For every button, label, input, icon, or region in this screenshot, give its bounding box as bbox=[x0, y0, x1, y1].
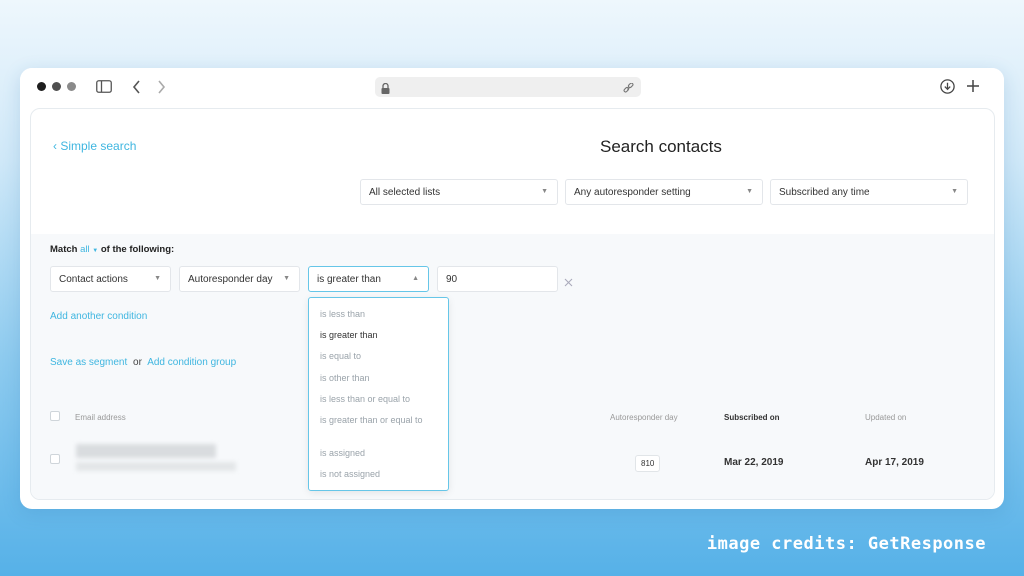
zoom-window-dot[interactable] bbox=[67, 82, 76, 91]
add-condition-link[interactable]: Add another condition bbox=[50, 311, 147, 322]
subscribed-filter-value: Subscribed any time bbox=[779, 187, 870, 198]
caret-up-icon: ▲ bbox=[412, 275, 419, 282]
minimize-window-dot[interactable] bbox=[52, 82, 61, 91]
browser-window: ‹ Simple search Search contacts All sele… bbox=[20, 68, 1004, 509]
column-autoresponder-day[interactable]: Autoresponder day bbox=[610, 413, 678, 422]
blurred-email bbox=[76, 444, 216, 458]
operator-option[interactable]: is less than bbox=[320, 309, 442, 320]
caret-down-icon: ▼ bbox=[154, 275, 161, 282]
blurred-name bbox=[76, 462, 236, 471]
column-email[interactable]: Email address bbox=[75, 413, 126, 422]
lists-filter-select[interactable]: All selected lists ▼ bbox=[360, 179, 558, 205]
updated-on-cell: Apr 17, 2019 bbox=[865, 457, 924, 468]
close-window-dot[interactable] bbox=[37, 82, 46, 91]
column-updated-on[interactable]: Updated on bbox=[865, 413, 906, 422]
lists-filter-value: All selected lists bbox=[369, 187, 441, 198]
match-suffix: of the following: bbox=[100, 244, 175, 255]
address-bar[interactable] bbox=[375, 77, 641, 97]
search-contacts-panel: ‹ Simple search Search contacts All sele… bbox=[30, 108, 995, 500]
autoresponder-day-badge: 810 bbox=[635, 455, 661, 472]
select-all-checkbox[interactable] bbox=[50, 411, 60, 421]
match-rule-line: Match all ▼ of the following: bbox=[50, 244, 174, 255]
condition-field-value: Autoresponder day bbox=[188, 274, 273, 285]
condition-operator-select[interactable]: is greater than ▲ bbox=[308, 266, 429, 292]
column-subscribed-on[interactable]: Subscribed on bbox=[724, 413, 780, 422]
simple-search-label: Simple search bbox=[60, 139, 137, 153]
remove-condition-icon[interactable] bbox=[564, 274, 573, 292]
subscribed-on-cell: Mar 22, 2019 bbox=[724, 457, 784, 468]
or-separator: or bbox=[133, 357, 142, 368]
lock-icon bbox=[381, 81, 390, 99]
chevron-left-icon[interactable] bbox=[132, 80, 141, 99]
operator-option[interactable]: is greater than or equal to bbox=[320, 415, 442, 426]
add-condition-group-link[interactable]: Add condition group bbox=[147, 357, 236, 368]
match-mode-toggle[interactable]: all ▼ bbox=[80, 244, 98, 255]
browser-toolbar bbox=[20, 68, 1004, 106]
operator-dropdown-menu: is less than is greater than is equal to… bbox=[308, 297, 449, 491]
operator-option[interactable]: is equal to bbox=[320, 351, 442, 362]
row-checkbox[interactable] bbox=[50, 454, 60, 464]
conditions-section: Match all ▼ of the following: Contact ac… bbox=[31, 234, 994, 431]
condition-type-value: Contact actions bbox=[59, 274, 128, 285]
operator-option[interactable]: is assigned bbox=[320, 448, 442, 459]
save-segment-link[interactable]: Save as segment bbox=[50, 357, 127, 368]
plus-icon[interactable] bbox=[966, 79, 980, 98]
sidebar-icon[interactable] bbox=[96, 80, 112, 98]
condition-value-text: 90 bbox=[446, 274, 458, 285]
autoresponder-filter-select[interactable]: Any autoresponder setting ▼ bbox=[565, 179, 763, 205]
page-title: Search contacts bbox=[600, 137, 722, 156]
autoresponder-filter-value: Any autoresponder setting bbox=[574, 187, 691, 198]
simple-search-link[interactable]: ‹ Simple search bbox=[53, 139, 136, 153]
link-icon[interactable] bbox=[623, 81, 634, 99]
table-row[interactable]: 810 Mar 22, 2019 Apr 17, 2019 bbox=[31, 431, 994, 499]
caret-down-icon: ▼ bbox=[283, 275, 290, 282]
caret-down-icon: ▼ bbox=[746, 188, 753, 195]
subscribed-filter-select[interactable]: Subscribed any time ▼ bbox=[770, 179, 968, 205]
match-mode-value: all bbox=[80, 244, 90, 255]
segment-actions: Save as segment or Add condition group bbox=[50, 357, 236, 368]
condition-value-input[interactable]: 90 bbox=[437, 266, 558, 292]
download-icon[interactable] bbox=[940, 79, 955, 99]
condition-operator-value: is greater than bbox=[317, 274, 381, 285]
operator-option[interactable]: is not assigned bbox=[320, 469, 442, 480]
operator-option[interactable]: is other than bbox=[320, 373, 442, 384]
chevron-left-icon: ‹ bbox=[53, 139, 57, 153]
chevron-right-icon[interactable] bbox=[157, 80, 166, 99]
condition-field-select[interactable]: Autoresponder day ▼ bbox=[179, 266, 300, 292]
operator-option-selected[interactable]: is greater than bbox=[320, 330, 442, 341]
match-prefix: Match bbox=[50, 244, 78, 255]
operator-option[interactable]: is less than or equal to bbox=[320, 394, 442, 405]
caret-down-icon: ▼ bbox=[92, 248, 99, 254]
condition-type-select[interactable]: Contact actions ▼ bbox=[50, 266, 171, 292]
caret-down-icon: ▼ bbox=[541, 188, 548, 195]
image-credits: image credits: GetResponse bbox=[706, 534, 986, 554]
caret-down-icon: ▼ bbox=[951, 188, 958, 195]
